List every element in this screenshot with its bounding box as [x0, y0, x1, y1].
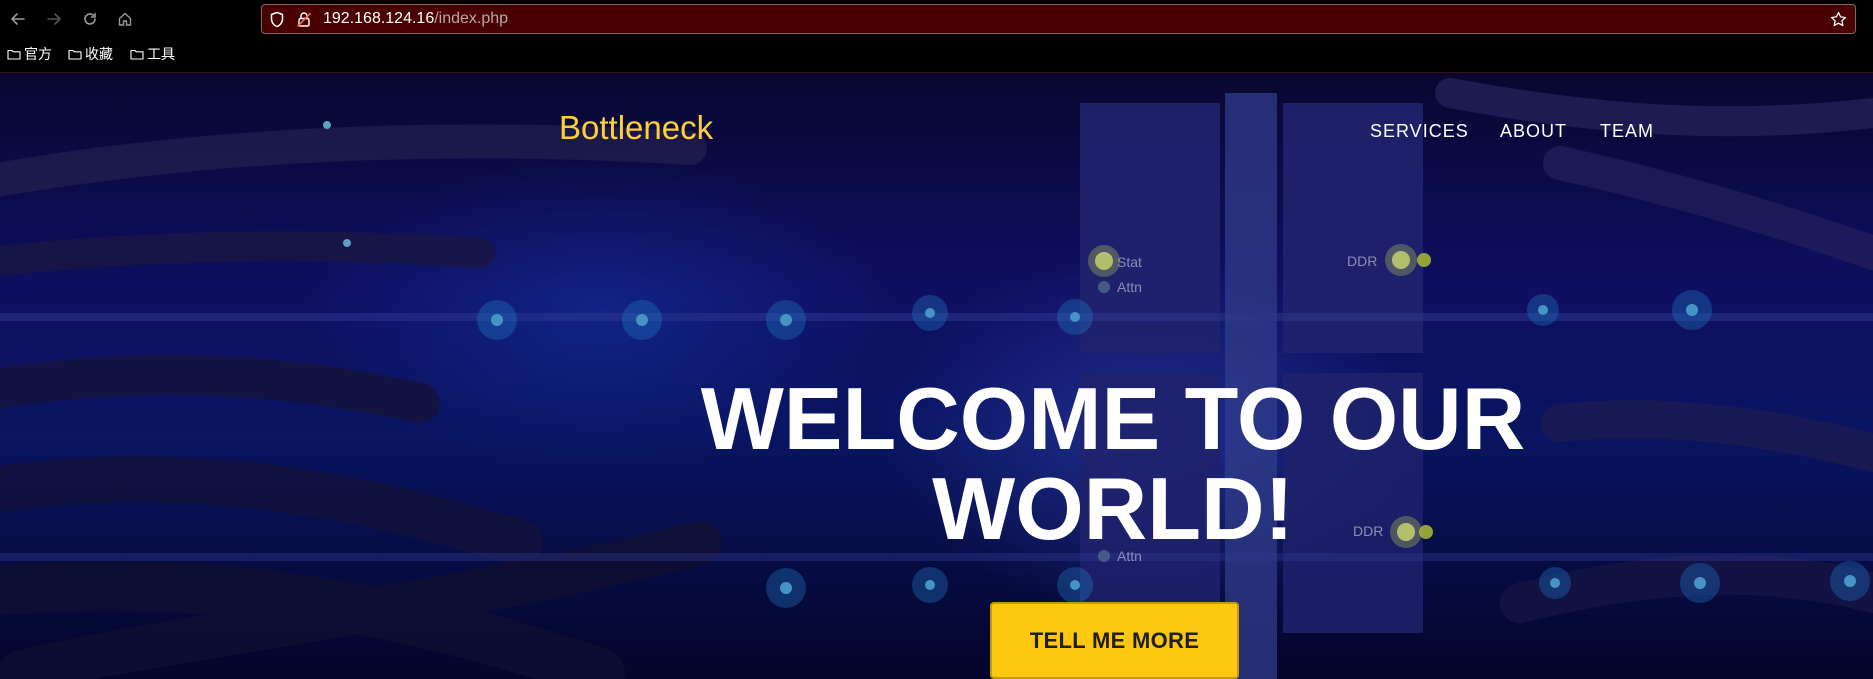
nav-link-team[interactable]: TEAM: [1600, 121, 1654, 141]
url-text[interactable]: 192.168.124.16/index.php: [323, 10, 508, 28]
hero-title-line1: WELCOME TO OUR: [700, 369, 1526, 468]
tell-me-more-button[interactable]: TELL ME MORE: [990, 602, 1239, 679]
back-button[interactable]: [6, 7, 30, 31]
forward-arrow-icon: [47, 13, 61, 25]
bookmark-folder-shoucang[interactable]: 收藏: [68, 46, 113, 62]
bookmark-label: 收藏: [85, 46, 113, 62]
back-arrow-icon: [11, 13, 25, 25]
home-button[interactable]: [113, 7, 137, 31]
web-page: Stat Attn DDR Attn DDR Bottleneck SERVIC…: [0, 73, 1873, 679]
forward-button[interactable]: [42, 7, 66, 31]
browser-toolbar: 192.168.124.16/index.php: [0, 0, 1873, 38]
hero-title-line2: WORLD!: [932, 459, 1294, 558]
url-host: 192.168.124.16: [323, 10, 435, 27]
nav-link-services[interactable]: SERVICES: [1370, 121, 1469, 141]
url-path: /index.php: [434, 10, 509, 27]
folder-icon: [68, 49, 82, 60]
bookmark-folder-guanfang[interactable]: 官方: [7, 46, 52, 62]
url-bar[interactable]: 192.168.124.16/index.php: [261, 4, 1856, 34]
site-brand-logo[interactable]: Bottleneck: [559, 109, 713, 147]
bookmark-star-icon[interactable]: [1830, 11, 1847, 28]
folder-icon: [7, 49, 21, 60]
bookmark-folder-gongju[interactable]: 工具: [130, 46, 175, 62]
bookmark-label: 官方: [24, 46, 52, 62]
reload-button[interactable]: [78, 7, 102, 31]
home-icon: [118, 12, 132, 26]
nav-link-about[interactable]: ABOUT: [1500, 121, 1567, 141]
bookmark-label: 工具: [147, 46, 175, 62]
bookmarks-toolbar: 官方 收藏 工具: [0, 38, 1873, 73]
insecure-lock-icon[interactable]: [296, 11, 312, 28]
reload-icon: [84, 12, 96, 25]
folder-icon: [130, 49, 144, 60]
shield-icon[interactable]: [269, 11, 285, 28]
